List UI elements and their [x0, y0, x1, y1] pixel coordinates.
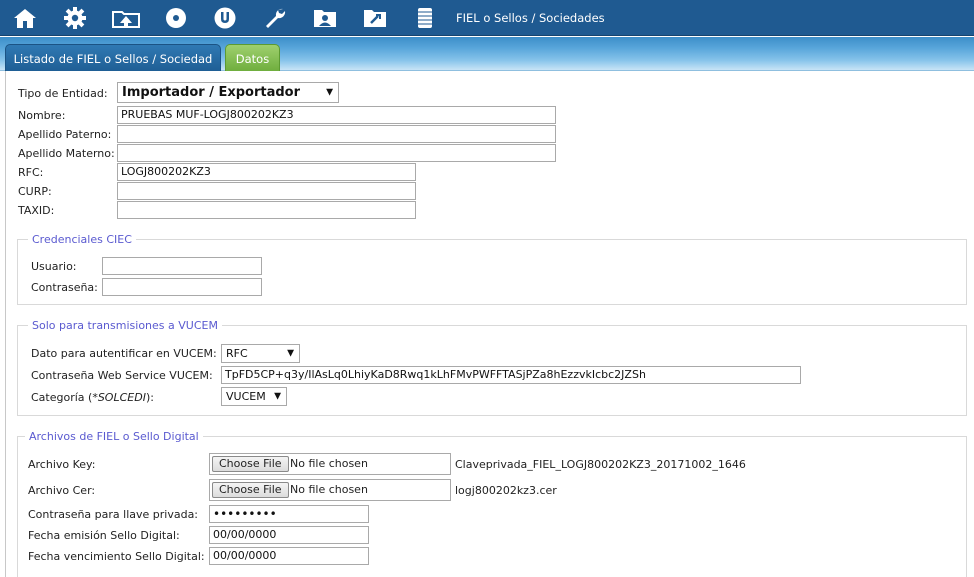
taxid-input[interactable]	[117, 201, 416, 219]
nombre-label: Nombre:	[18, 109, 66, 122]
tab-strip: Listado de FIEL o Sellos / Sociedad Dato…	[0, 37, 974, 71]
cer-current-filename: logj800202kz3.cer	[455, 484, 557, 497]
u-circle-icon[interactable]	[212, 5, 238, 31]
chevron-down-icon: ▼	[326, 87, 333, 97]
ws-vucem-input[interactable]: TpFD5CP+q3y/IlAsLq0LhiyKaD8Rwq1kLhFMvPWF…	[221, 366, 801, 384]
rfc-input[interactable]: LOGJ800202KZ3	[117, 163, 416, 181]
archivos-legend: Archivos de FIEL o Sello Digital	[25, 430, 203, 443]
key-file-status: No file chosen	[290, 457, 368, 470]
usuario-label: Usuario:	[31, 260, 77, 273]
breadcrumb: FIEL o Sellos / Sociedades	[456, 11, 605, 25]
curp-input[interactable]	[117, 182, 416, 200]
disc-icon[interactable]	[163, 5, 189, 31]
apellido-paterno-input[interactable]	[117, 125, 556, 143]
tab-listado[interactable]: Listado de FIEL o Sellos / Sociedad	[5, 44, 221, 71]
wrench-icon[interactable]	[262, 5, 288, 31]
auth-vucem-value: RFC	[226, 347, 248, 360]
cer-file-status: No file chosen	[290, 483, 368, 496]
categoria-label-end: ):	[145, 391, 154, 404]
upload-folder-icon[interactable]	[111, 5, 141, 31]
archivo-cer-file-input[interactable]: Choose File No file chosen	[209, 479, 451, 501]
user-folder-icon[interactable]	[312, 5, 338, 31]
usuario-input[interactable]	[102, 257, 262, 275]
fecha-emision-input[interactable]: 00/00/0000	[209, 526, 369, 544]
taxid-label: TAXID:	[18, 204, 55, 217]
ciec-legend: Credenciales CIEC	[28, 233, 136, 246]
ws-vucem-label: Contraseña Web Service VUCEM:	[31, 369, 213, 382]
open-folder-icon[interactable]	[362, 5, 388, 31]
notepad-icon[interactable]	[412, 5, 438, 31]
tipo-entidad-select[interactable]: Importador / Exportador ▼	[117, 82, 339, 103]
categoria-value: VUCEM	[226, 390, 266, 403]
choose-key-file-button[interactable]: Choose File	[212, 456, 289, 472]
chevron-down-icon: ▼	[287, 348, 294, 358]
llave-privada-label: Contraseña para llave privada:	[28, 508, 199, 521]
gear-icon[interactable]	[62, 5, 88, 31]
auth-vucem-select[interactable]: RFC ▼	[221, 344, 300, 363]
fecha-vencimiento-label: Fecha vencimiento Sello Digital:	[28, 550, 205, 563]
fecha-vencimiento-input[interactable]: 00/00/0000	[209, 547, 369, 565]
contrasena-ciec-label: Contraseña:	[31, 281, 98, 294]
archivo-cer-label: Archivo Cer:	[28, 484, 96, 497]
key-current-filename: Claveprivada_FIEL_LOGJ800202KZ3_20171002…	[455, 458, 746, 471]
llave-privada-input[interactable]: •••••••••	[209, 505, 369, 523]
curp-label: CURP:	[18, 185, 52, 198]
categoria-label-start: Categoría (	[31, 391, 93, 404]
solcedi-note: *SOLCEDI	[92, 391, 146, 404]
tab-datos[interactable]: Datos	[225, 44, 280, 71]
tipo-entidad-label: Tipo de Entidad:	[18, 87, 108, 100]
tipo-entidad-value: Importador / Exportador	[122, 85, 301, 100]
chevron-down-icon: ▼	[274, 391, 281, 401]
archivo-key-file-input[interactable]: Choose File No file chosen	[209, 453, 451, 475]
contrasena-ciec-input[interactable]	[102, 278, 262, 296]
categoria-select[interactable]: VUCEM ▼	[221, 387, 287, 406]
vucem-legend: Solo para transmisiones a VUCEM	[28, 319, 222, 332]
archivo-key-label: Archivo Key:	[28, 458, 96, 471]
apellido-materno-label: Apellido Materno:	[18, 147, 115, 160]
choose-cer-file-button[interactable]: Choose File	[212, 482, 289, 498]
fecha-emision-label: Fecha emisión Sello Digital:	[28, 529, 180, 542]
apellido-materno-input[interactable]	[117, 144, 556, 162]
nombre-input[interactable]: PRUEBAS MUF-LOGJ800202KZ3	[117, 106, 556, 124]
home-icon[interactable]	[12, 5, 38, 31]
top-nav-bar: FIEL o Sellos / Sociedades	[0, 0, 974, 36]
categoria-label: Categoría (*SOLCEDI):	[31, 391, 154, 404]
auth-vucem-label: Dato para autentificar en VUCEM:	[31, 347, 217, 360]
apellido-paterno-label: Apellido Paterno:	[18, 128, 112, 141]
rfc-label: RFC:	[18, 166, 44, 179]
